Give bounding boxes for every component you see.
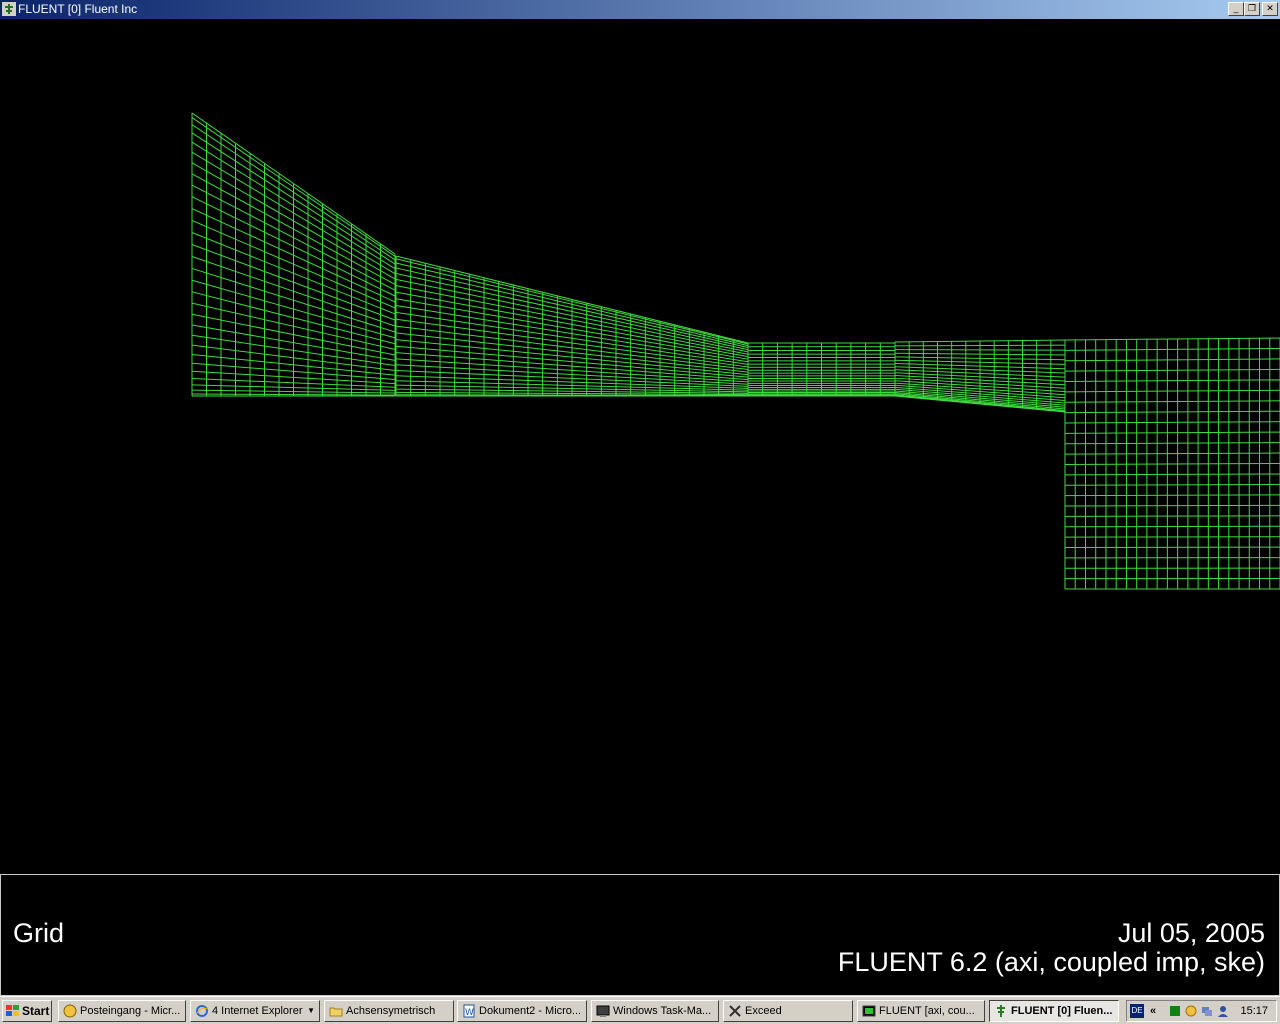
outlook-icon xyxy=(63,1004,77,1018)
outlet-block-grid-line-h xyxy=(1064,473,1280,476)
inlet-block-grid-line-h xyxy=(191,393,396,396)
task-windows-task-manager[interactable]: Windows Task-Ma... xyxy=(591,1000,719,1022)
restore-button[interactable]: ❐ xyxy=(1244,2,1260,16)
caption-label: Grid xyxy=(13,918,65,948)
diffuser-block-grid-line-h xyxy=(894,344,1066,347)
outlet-block-grid-line-h xyxy=(1064,463,1280,465)
svg-text:W: W xyxy=(465,1008,474,1018)
mesh-grid-plot xyxy=(191,112,1280,590)
close-button[interactable]: ✕ xyxy=(1262,2,1278,16)
window-title: FLUENT [0] Fluent Inc xyxy=(18,2,138,16)
task-label: Dokument2 - Micro... xyxy=(479,1005,582,1017)
outlet-block-grid-line-h xyxy=(1064,337,1280,341)
user-icon[interactable] xyxy=(1217,1005,1229,1017)
task-label: Exceed xyxy=(745,1005,782,1017)
task-exceed[interactable]: Exceed xyxy=(723,1000,853,1022)
task-fluent-graphics[interactable]: FLUENT [0] Fluen... xyxy=(989,1000,1119,1022)
outlet-block-grid-line-h xyxy=(1064,515,1280,517)
task-label: Achsensymetrisch xyxy=(346,1005,436,1017)
task-dokument2[interactable]: W Dokument2 - Micro... xyxy=(457,1000,587,1022)
taskbar: Start Posteingang - Micr... 4 Internet E… xyxy=(0,996,1280,1024)
taskbar-clock[interactable]: 15:17 xyxy=(1240,1001,1268,1021)
outlet-block-grid-line-h xyxy=(1064,494,1280,497)
outlet-block-grid-line-h xyxy=(1064,442,1280,445)
outlet-block-grid-line-h xyxy=(1064,431,1280,434)
outlet-block-grid-line-h xyxy=(1064,347,1280,351)
clock-alarm-icon[interactable] xyxy=(1185,1005,1197,1017)
windows-logo-icon xyxy=(6,1005,19,1016)
caption-version: FLUENT 6.2 (axi, coupled imp, ske) xyxy=(837,947,1265,977)
task-fluent-console[interactable]: FLUENT [axi, cou... xyxy=(857,1000,985,1022)
green-status-icon[interactable] xyxy=(1169,1005,1181,1017)
outlet-block-grid-line-h xyxy=(1064,389,1280,393)
outlet-block-grid-line-h xyxy=(1064,410,1280,414)
task-internet-explorer[interactable]: 4 Internet Explorer ▼ xyxy=(190,1000,320,1022)
task-manager-icon xyxy=(596,1005,610,1017)
outlet-block-grid-line-h xyxy=(1064,400,1280,403)
internet-explorer-icon xyxy=(196,1005,208,1017)
outlet-block-grid-line-h xyxy=(1064,525,1280,528)
graphics-caption: Grid Jul 05, 2005 FLUENT 6.2 (axi, coupl… xyxy=(0,874,1280,996)
caption-date: Jul 05, 2005 xyxy=(1117,918,1265,948)
language-indicator[interactable]: DE xyxy=(1130,1004,1144,1018)
tray-expand-button[interactable]: « xyxy=(1150,1001,1156,1021)
task-achsensymetrisch[interactable]: Achsensymetrisch xyxy=(324,1000,454,1022)
task-label: 4 Internet Explorer xyxy=(212,1005,303,1017)
word-icon: W xyxy=(463,1004,475,1018)
outlet-block-grid-line-h xyxy=(1064,358,1280,362)
outlet-block-grid-line-h xyxy=(1064,379,1280,382)
dropdown-arrow-icon: ▼ xyxy=(307,1006,315,1015)
graphics-viewport[interactable] xyxy=(0,19,1280,872)
task-label: Windows Task-Ma... xyxy=(613,1005,712,1017)
task-label: FLUENT [axi, cou... xyxy=(879,1005,975,1017)
start-label: Start xyxy=(22,1004,50,1018)
task-label: Posteingang - Micr... xyxy=(80,1005,181,1017)
converging-block-grid-line-h xyxy=(395,394,749,397)
minimize-button[interactable]: _ xyxy=(1228,2,1244,16)
exceed-icon xyxy=(729,1005,741,1017)
fluent-icon xyxy=(997,1005,1005,1017)
window-title-bar[interactable]: FLUENT [0] Fluent Inc _ ❐ ✕ xyxy=(0,0,1280,19)
diffuser-block-grid-line-h xyxy=(894,349,1066,351)
outlet-block-grid-line-h xyxy=(1064,452,1280,455)
network-icon[interactable] xyxy=(1201,1005,1213,1017)
outlet-block-grid-line-h xyxy=(1064,421,1280,424)
task-posteingang[interactable]: Posteingang - Micr... xyxy=(58,1000,186,1022)
fluent-console-icon xyxy=(862,1005,876,1017)
outlet-block-grid-line-h xyxy=(1064,504,1280,507)
folder-icon xyxy=(329,1007,343,1017)
start-button[interactable]: Start xyxy=(2,1000,52,1022)
outlet-block-grid-line-h xyxy=(1064,483,1280,486)
fluent-app-icon xyxy=(2,2,16,16)
task-label: FLUENT [0] Fluen... xyxy=(1011,1005,1113,1017)
outlet-block-grid-line-h xyxy=(1064,368,1280,372)
system-tray: DE « 15:17 xyxy=(1126,1000,1277,1022)
